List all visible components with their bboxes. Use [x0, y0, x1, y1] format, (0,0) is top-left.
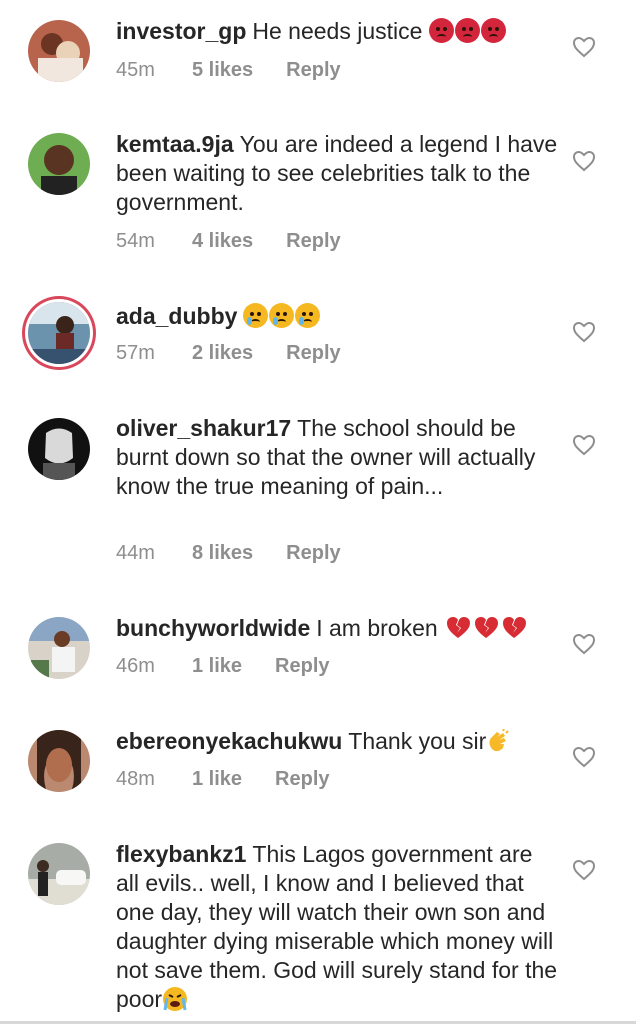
like-heart-icon[interactable]: [572, 859, 596, 881]
likes-count[interactable]: 1 like: [192, 654, 242, 678]
likes-count[interactable]: 4 likes: [192, 229, 253, 253]
comment-body: I am broken: [316, 615, 438, 641]
comment-meta: 54m 4 likes Reply: [116, 229, 341, 253]
comment-time: 48m: [116, 768, 155, 790]
angry-face-icon: [454, 18, 480, 43]
avatar[interactable]: [28, 418, 90, 480]
comment-meta: 46m 1 like Reply: [116, 654, 330, 678]
comment-text: oliver_shakur17 The school should be burn…: [116, 414, 561, 501]
broken-heart-icon: [475, 617, 499, 638]
like-heart-icon[interactable]: [572, 633, 596, 655]
comment-username[interactable]: investor_gp: [116, 18, 246, 44]
comment-text: bunchyworldwide I am broken: [116, 614, 561, 643]
avatar[interactable]: [28, 730, 90, 792]
crying-face-icons: [243, 303, 321, 328]
broken-heart-icon: [503, 617, 527, 638]
likes-count[interactable]: 2 likes: [192, 341, 253, 365]
avatar[interactable]: [28, 20, 90, 82]
angry-face-icons: [428, 18, 506, 43]
comment-username[interactable]: kemtaa.9ja: [116, 131, 234, 157]
comment-username[interactable]: flexybankz1: [116, 841, 246, 867]
comment-username[interactable]: ada_dubby: [116, 303, 237, 329]
reply-button[interactable]: Reply: [286, 229, 340, 253]
comment-meta: 44m 8 likes Reply: [116, 541, 341, 565]
likes-count[interactable]: 8 likes: [192, 541, 253, 565]
comment-username[interactable]: ebereonyekachukwu: [116, 728, 342, 754]
comment-text: kemtaa.9ja You are indeed a legend I have…: [116, 130, 561, 217]
comment-text: ada_dubby: [116, 302, 561, 331]
crying-face-icon: [243, 303, 269, 328]
comment-time: 57m: [116, 342, 155, 364]
comment-meta: 48m 1 like Reply: [116, 767, 330, 791]
comment-text: ebereonyekachukwu Thank you sir: [116, 727, 561, 756]
clapping-hands-icon: [489, 729, 510, 752]
likes-count[interactable]: 5 likes: [192, 58, 253, 82]
comment-time: 46m: [116, 655, 155, 677]
comment-meta: 45m 5 likes Reply: [116, 58, 341, 82]
like-heart-icon[interactable]: [572, 321, 596, 343]
comment-meta: 57m 2 likes Reply: [116, 341, 341, 365]
comment-text: investor_gp He needs justice: [116, 17, 561, 46]
reply-button[interactable]: Reply: [286, 541, 340, 565]
reply-button[interactable]: Reply: [275, 654, 329, 678]
like-heart-icon[interactable]: [572, 434, 596, 456]
comment-time: 54m: [116, 230, 155, 252]
likes-count[interactable]: 1 like: [192, 767, 242, 791]
angry-face-icon: [428, 18, 454, 43]
like-heart-icon[interactable]: [572, 746, 596, 768]
reply-button[interactable]: Reply: [286, 58, 340, 82]
like-heart-icon[interactable]: [572, 36, 596, 58]
like-heart-icon[interactable]: [572, 150, 596, 172]
reply-button[interactable]: Reply: [275, 767, 329, 791]
crying-face-icon: [269, 303, 295, 328]
avatar[interactable]: [28, 617, 90, 679]
comment-time: 44m: [116, 542, 155, 564]
comment-body: He needs justice: [252, 18, 423, 44]
avatar[interactable]: [28, 302, 90, 364]
comment-username[interactable]: bunchyworldwide: [116, 615, 310, 641]
broken-heart-icon: [447, 617, 471, 638]
loudly-crying-face-icon: [163, 987, 188, 1011]
comment-body: Thank you sir: [348, 728, 487, 754]
avatar[interactable]: [28, 133, 90, 195]
crying-face-icon: [295, 303, 321, 328]
comment-username[interactable]: oliver_shakur17: [116, 415, 291, 441]
angry-face-icon: [480, 18, 506, 43]
reply-button[interactable]: Reply: [286, 341, 340, 365]
comment-time: 45m: [116, 59, 155, 81]
comment-text: flexybankz1 This Lagos government are all…: [116, 840, 561, 1014]
avatar[interactable]: [28, 843, 90, 905]
